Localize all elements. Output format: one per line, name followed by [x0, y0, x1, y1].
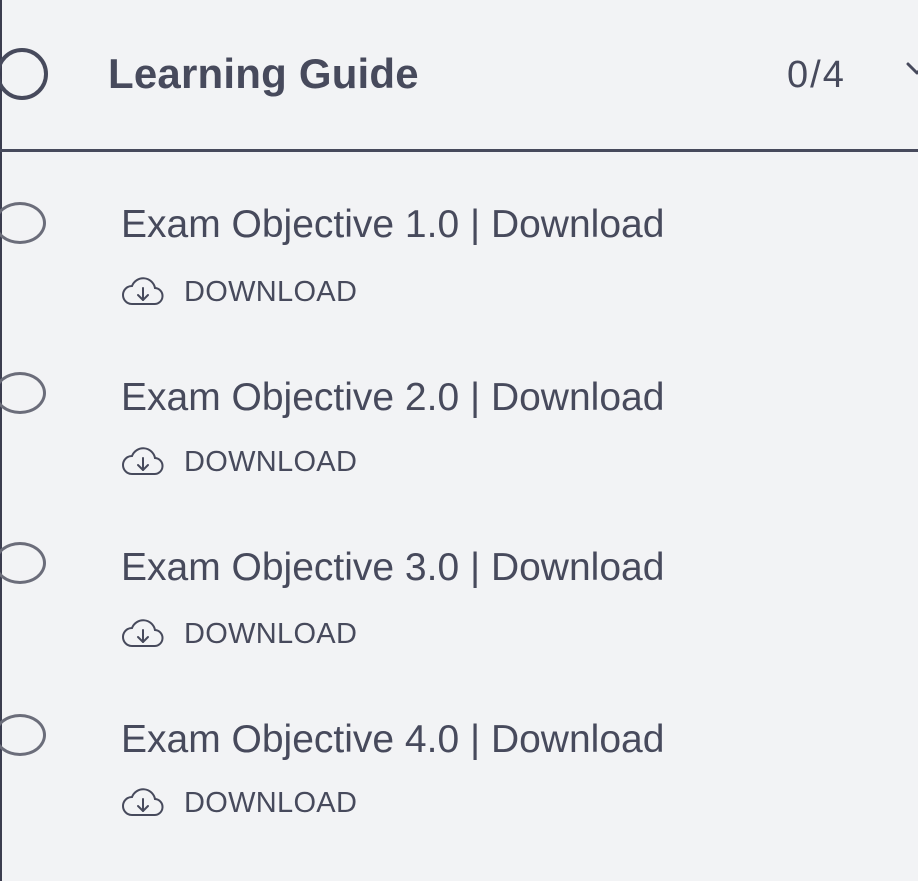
download-label: DOWNLOAD [184, 786, 358, 819]
list-item-exam-objective-3[interactable]: Exam Objective 3.0 | Download DOWNLOAD [0, 511, 918, 661]
section-progress: 0/4 [787, 54, 846, 96]
download-link[interactable]: DOWNLOAD [121, 785, 357, 821]
download-link[interactable]: DOWNLOAD [121, 444, 357, 480]
section-status-circle-icon [0, 48, 48, 100]
item-title[interactable]: Exam Objective 4.0 | Download [121, 718, 664, 762]
cloud-download-icon [122, 788, 164, 816]
item-status-circle-icon [0, 542, 46, 584]
section-header-learning-guide[interactable]: Learning Guide 0/4 [0, 0, 918, 152]
section-title: Learning Guide [108, 50, 419, 97]
cloud-download-icon [122, 277, 164, 305]
item-title[interactable]: Exam Objective 1.0 | Download [121, 203, 664, 247]
list-item-exam-objective-1[interactable]: Exam Objective 1.0 | Download DOWNLOAD [0, 170, 918, 320]
download-link[interactable]: DOWNLOAD [121, 274, 357, 310]
download-label: DOWNLOAD [184, 275, 358, 308]
list-item-exam-objective-4[interactable]: Exam Objective 4.0 | Download DOWNLOAD [0, 682, 918, 832]
list-item-exam-objective-2[interactable]: Exam Objective 2.0 | Download DOWNLOAD [0, 340, 918, 490]
item-status-circle-icon [0, 372, 46, 414]
download-link[interactable]: DOWNLOAD [121, 616, 357, 652]
item-title[interactable]: Exam Objective 3.0 | Download [121, 546, 664, 590]
download-label: DOWNLOAD [184, 617, 358, 650]
chevron-down-icon[interactable] [906, 58, 918, 80]
download-label: DOWNLOAD [184, 445, 358, 478]
cloud-download-icon [122, 447, 164, 475]
cloud-download-icon [122, 619, 164, 647]
item-status-circle-icon [0, 202, 46, 244]
item-title[interactable]: Exam Objective 2.0 | Download [121, 376, 664, 420]
item-status-circle-icon [0, 714, 46, 756]
